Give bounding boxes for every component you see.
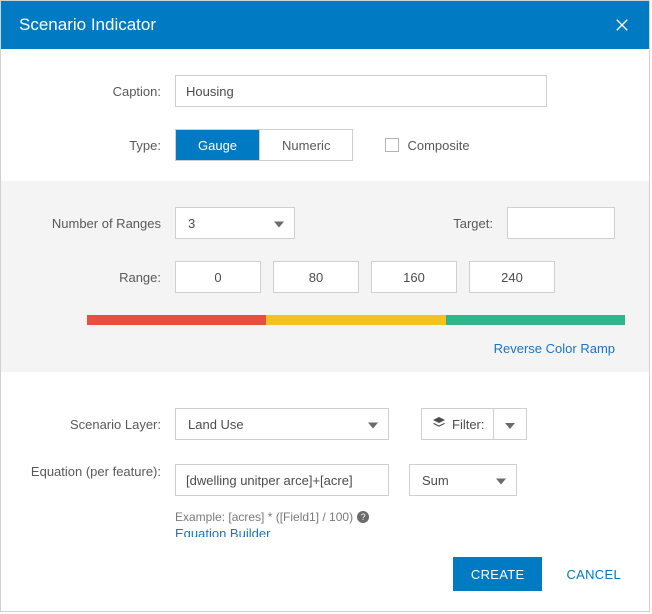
help-icon[interactable]: ? xyxy=(357,511,369,523)
target-label: Target: xyxy=(453,216,507,231)
type-gauge-button[interactable]: Gauge xyxy=(176,130,259,160)
filter-button[interactable]: Filter: xyxy=(421,408,493,440)
target-input[interactable] xyxy=(507,207,615,239)
chevron-down-icon xyxy=(274,216,284,231)
equation-input[interactable] xyxy=(175,464,389,496)
scenario-indicator-dialog: Scenario Indicator Caption: Type: Gauge … xyxy=(0,0,650,612)
create-button[interactable]: CREATE xyxy=(453,557,543,591)
layers-icon xyxy=(432,416,446,433)
composite-label: Composite xyxy=(407,138,469,153)
equation-builder-link[interactable]: Equation Builder xyxy=(1,524,649,537)
type-numeric-button[interactable]: Numeric xyxy=(259,130,352,160)
caption-label: Caption: xyxy=(25,84,175,99)
range-label: Range: xyxy=(9,270,175,285)
scenario-layer-label: Scenario Layer: xyxy=(25,417,175,432)
equation-example: Example: [acres] * ([Field1] / 100) ? xyxy=(1,504,649,524)
ranges-panel: Number of Ranges 3 Target: Range: xyxy=(1,181,649,372)
range-input-3[interactable] xyxy=(469,261,555,293)
scenario-layer-select[interactable]: Land Use xyxy=(175,408,389,440)
aggregation-select[interactable]: Sum xyxy=(409,464,517,496)
example-text: Example: [acres] * ([Field1] / 100) xyxy=(175,510,353,524)
num-ranges-select[interactable]: 3 xyxy=(175,207,295,239)
dialog-body: Caption: Type: Gauge Numeric Composite N… xyxy=(1,49,649,537)
filter-split-button: Filter: xyxy=(421,408,527,440)
range-input-0[interactable] xyxy=(175,261,261,293)
caption-input[interactable] xyxy=(175,75,547,107)
checkbox-box-icon xyxy=(385,138,399,152)
num-ranges-value: 3 xyxy=(188,216,195,231)
type-label: Type: xyxy=(25,138,175,153)
aggregation-value: Sum xyxy=(422,473,449,488)
range-input-1[interactable] xyxy=(273,261,359,293)
ramp-color-0 xyxy=(87,315,266,325)
cancel-button[interactable]: CANCEL xyxy=(566,567,621,582)
filter-dropdown-button[interactable] xyxy=(493,408,527,440)
chevron-down-icon xyxy=(368,417,378,432)
chevron-down-icon xyxy=(496,473,506,488)
composite-checkbox[interactable]: Composite xyxy=(385,138,469,153)
type-toggle: Gauge Numeric xyxy=(175,129,353,161)
equation-label: Equation (per feature): xyxy=(25,464,175,481)
scenario-layer-value: Land Use xyxy=(188,417,244,432)
titlebar: Scenario Indicator xyxy=(1,1,649,49)
ramp-color-1 xyxy=(266,315,445,325)
ramp-color-2 xyxy=(446,315,625,325)
dialog-title: Scenario Indicator xyxy=(19,15,156,35)
color-ramp xyxy=(87,315,625,325)
range-input-2[interactable] xyxy=(371,261,457,293)
chevron-down-icon xyxy=(505,417,515,432)
reverse-color-ramp-link[interactable]: Reverse Color Ramp xyxy=(1,325,649,356)
num-ranges-label: Number of Ranges xyxy=(9,216,175,231)
close-icon[interactable] xyxy=(615,17,631,33)
dialog-footer: CREATE CANCEL xyxy=(1,537,649,611)
filter-label-text: Filter: xyxy=(452,417,485,432)
